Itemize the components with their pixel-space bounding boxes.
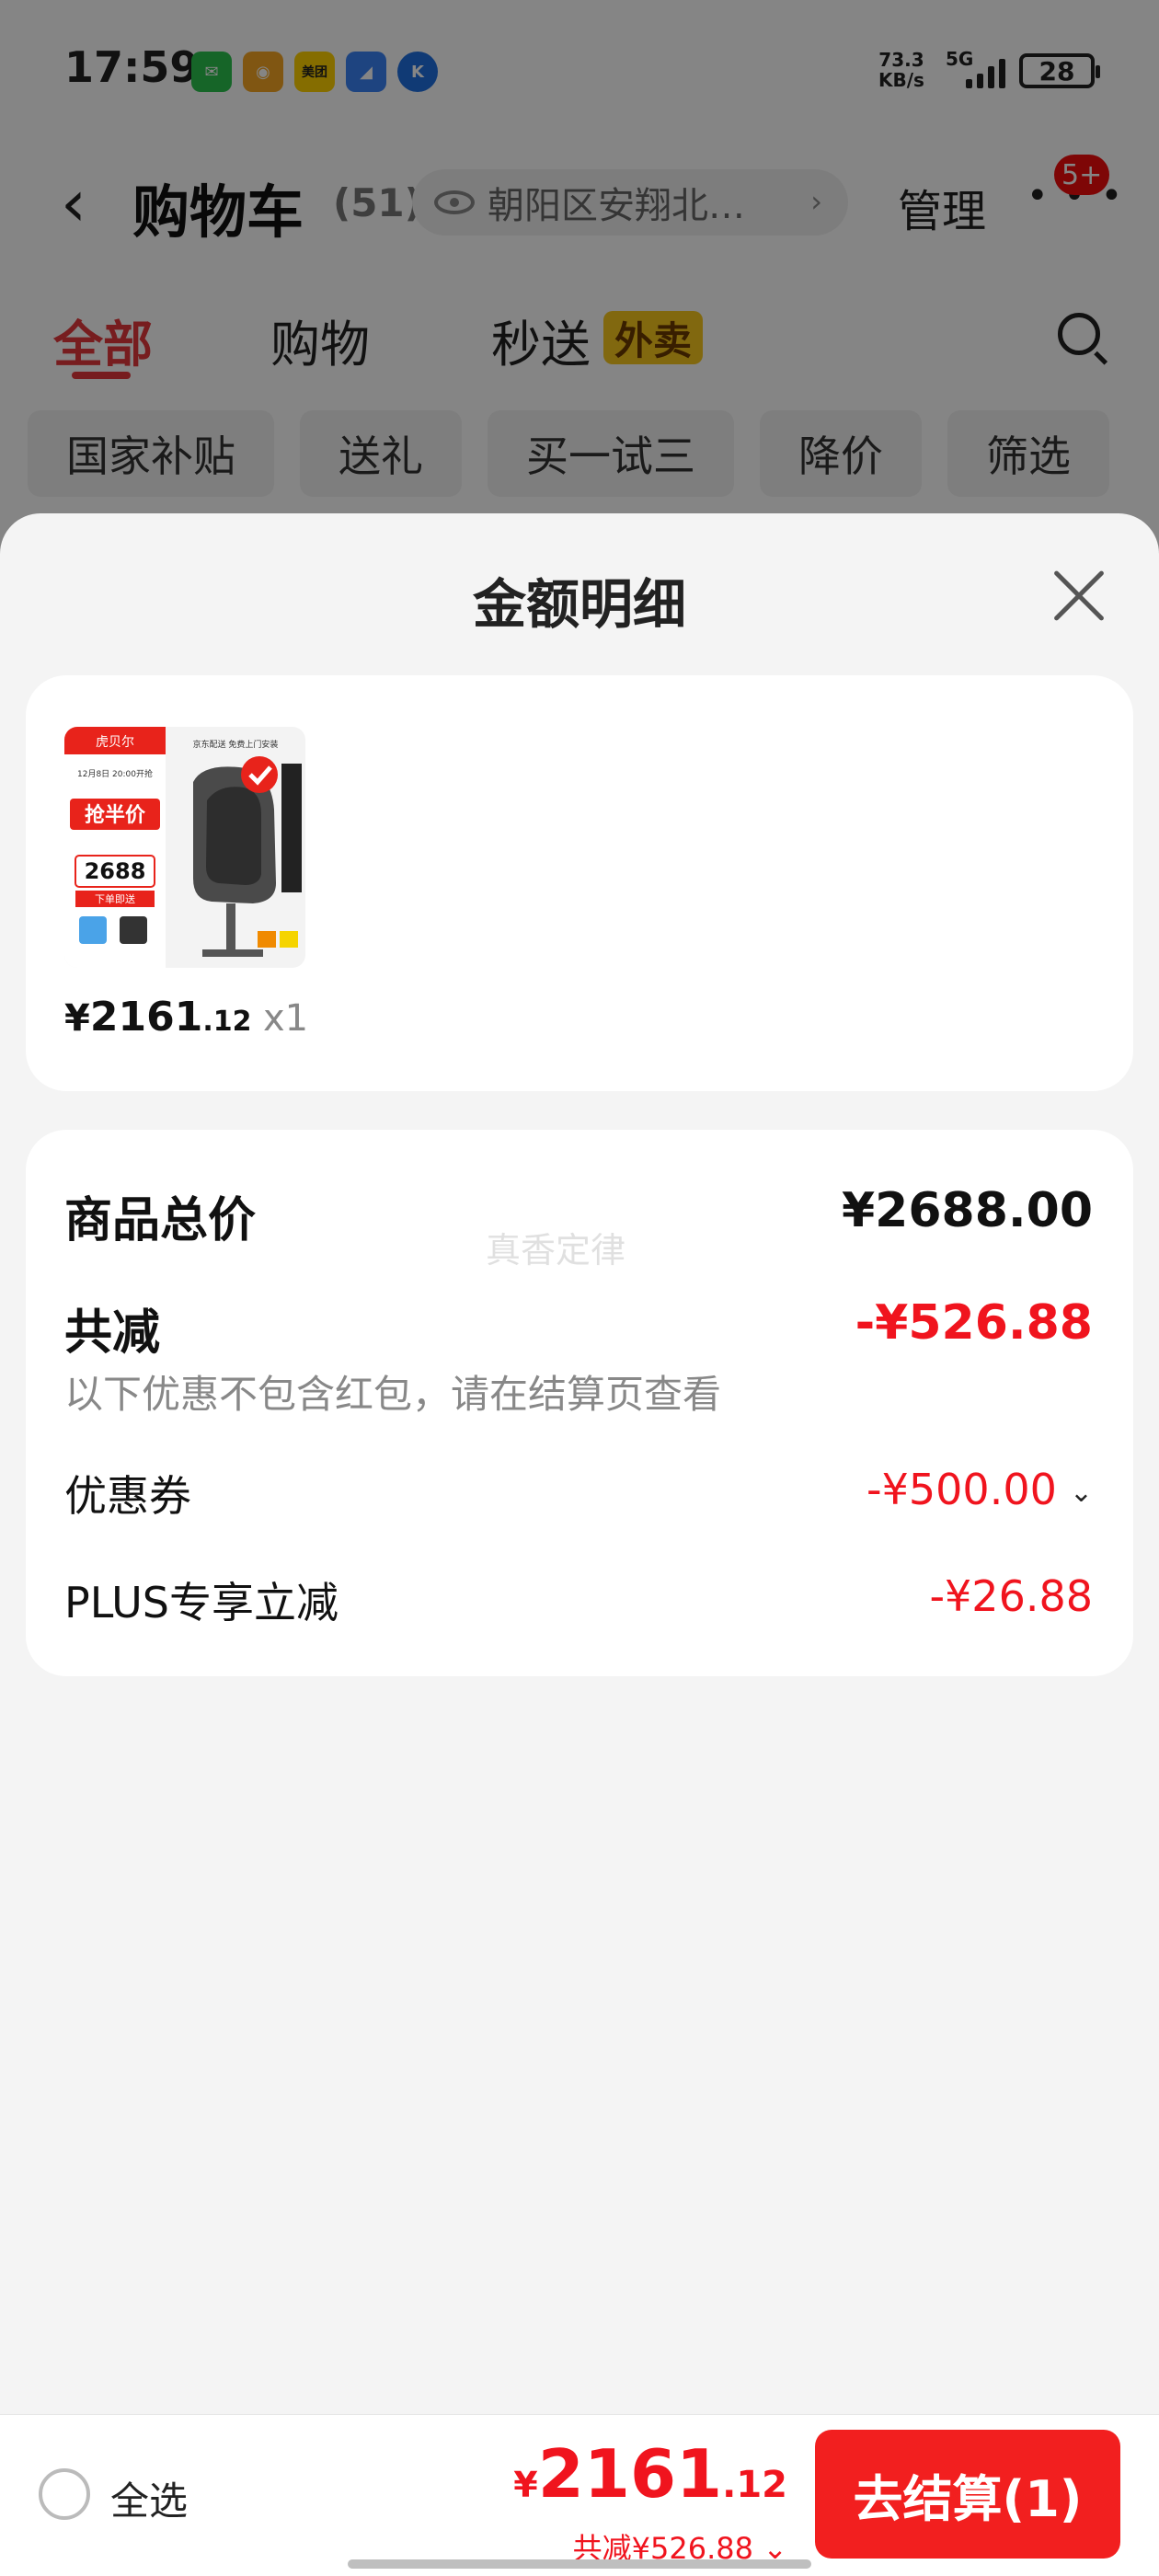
- product-price-symbol: ¥: [64, 997, 90, 1040]
- product-price: ¥2161.12: [64, 994, 251, 1041]
- car-seat-product-image: 虎贝尔 12月8日 20:00开抢 抢半价 2688 下单即送 京东配送 免费上…: [64, 727, 305, 968]
- select-all-label[interactable]: 全选: [110, 2470, 188, 2526]
- total-amount: ¥2161.12: [513, 2435, 787, 2513]
- image-tag-text: 下单即送: [95, 892, 135, 905]
- image-price-text: 2688: [85, 858, 146, 884]
- product-quantity: x1: [263, 997, 309, 1040]
- plus-discount-label: PLUS专享立减: [64, 1578, 339, 1627]
- amount-detail-sheet: 金额明细 虎贝尔 12月8日 20:00开抢 抢半价 2688 下单即送 京东配…: [0, 513, 1159, 2418]
- select-all-checkbox[interactable]: [39, 2468, 90, 2520]
- image-date-text: 12月8日 20:00开抢: [77, 768, 153, 779]
- total-symbol: ¥: [513, 2465, 538, 2505]
- discount-note: 以下优惠不包含红包，请在结算页查看: [64, 1372, 722, 1417]
- home-indicator[interactable]: [348, 2559, 811, 2569]
- image-promo-text: 抢半价: [85, 803, 146, 827]
- coupon-label: 优惠券: [64, 1471, 191, 1521]
- coupon-row-value[interactable]: -¥500.00 ⌄: [866, 1465, 1093, 1514]
- total-price-value: ¥2688.00: [841, 1183, 1093, 1238]
- coupon-value: -¥500.00: [866, 1465, 1057, 1514]
- total-decimal: .12: [722, 2464, 787, 2506]
- price-summary-card: 真香定律 商品总价 ¥2688.00 共减 -¥526.88 以下优惠不包含红包…: [26, 1130, 1133, 1676]
- image-ship-text: 京东配送 免费上门安装: [193, 739, 279, 750]
- checkout-button[interactable]: 去结算(1): [815, 2430, 1120, 2559]
- image-brand-text: 虎贝尔: [96, 735, 134, 750]
- screen: 17:59 ✉ ◉ 美团 ◢ K 73.3 KB/s 5G 28 ‹ 购物车 (…: [0, 0, 1159, 2576]
- sheet-title: 金额明细: [472, 573, 686, 636]
- plus-discount-value: -¥26.88: [929, 1571, 1093, 1621]
- watermark-text: 真香定律: [486, 1230, 626, 1271]
- total-integer: 2161: [537, 2435, 723, 2513]
- chevron-down-icon: ⌄: [1069, 1477, 1093, 1509]
- close-icon[interactable]: [1049, 567, 1107, 626]
- checkout-bar: 全选 ¥2161.12 共减¥526.88 ⌄ 去结算(1): [0, 2414, 1159, 2576]
- total-price-label: 商品总价: [64, 1193, 257, 1248]
- product-card: 虎贝尔 12月8日 20:00开抢 抢半价 2688 下单即送 京东配送 免费上…: [26, 675, 1133, 1091]
- modal-overlay[interactable]: [0, 0, 1159, 570]
- product-price-decimal: .12: [202, 1006, 252, 1038]
- discount-label: 共减: [64, 1305, 161, 1361]
- discount-value: -¥526.88: [855, 1295, 1093, 1351]
- product-image[interactable]: 虎贝尔 12月8日 20:00开抢 抢半价 2688 下单即送 京东配送 免费上…: [64, 727, 305, 968]
- product-price-integer: 2161: [89, 994, 203, 1041]
